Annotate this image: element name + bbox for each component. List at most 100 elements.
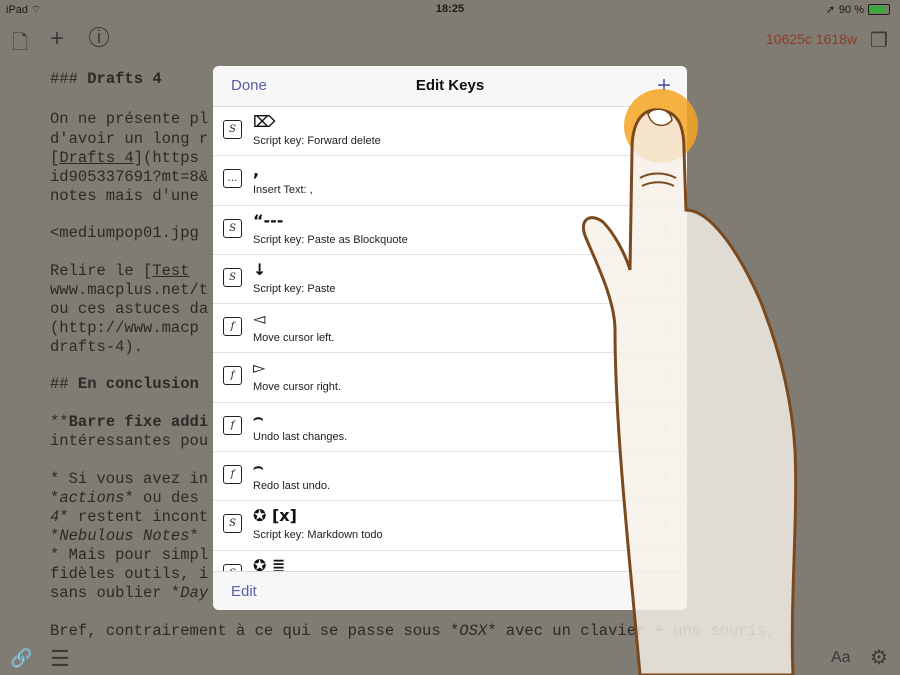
modal-title: Edit Keys [415,77,485,94]
key-row[interactable]: S ✪ [x] Script key: Markdown todo › [213,501,687,551]
document-text-run: notes mais d'une [50,187,199,205]
document-text-run: Drafts 4 [87,70,162,88]
key-row[interactable]: …, Insert Text: , › [213,156,687,206]
script-icon: S [223,218,242,238]
document-text-run: Relire le [ [50,262,153,280]
chevron-right-icon: › [663,417,669,435]
key-row[interactable]: S ↓ Script key: Paste › [213,255,687,305]
function-icon: f [223,415,242,435]
document-text-run: sans oublier * [50,584,181,602]
function-icon: f [223,366,242,386]
key-description: Move cursor right. [253,381,342,394]
document-text-run: Barre fixe addi [68,413,209,431]
add-key-button[interactable]: + [657,72,671,100]
document-text-run: En conclusion [77,375,199,393]
key-row[interactable]: f ⌢ Undo last changes. › [213,403,687,453]
list-icon[interactable]: ☰ [50,646,70,672]
document-line: *Nebulous Notes* [50,527,199,545]
key-row[interactable]: S✪ ≣Script key: Better Markdown List› [213,551,687,571]
key-label: “--- [253,210,284,230]
key-label: ✪ [x] [253,506,297,526]
key-label: ⌢ [253,457,264,477]
chevron-right-icon: › [663,122,669,139]
document-line: ### Drafts 4 [50,70,162,88]
link-icon[interactable]: 🔗 [10,648,32,669]
font-button[interactable]: Aa [831,649,851,667]
document-text-run: ** [50,413,69,431]
document-text-run: * [50,489,60,507]
key-description: Undo last changes. [253,430,348,443]
script-icon: S [223,120,242,139]
document-text-run: www.macplus.net/t [50,281,209,299]
status-bar: iPad ⌔ 18:25 ➚ 90 % [0,0,900,20]
document-line: <mediumpop01.jpg [50,224,199,242]
document-line: sans oublier *Day [50,584,208,602]
script-icon: S [223,514,242,534]
copy-icon[interactable]: ❐ [870,28,888,53]
key-description: Insert Text: , [253,184,313,197]
chevron-right-icon: › [663,220,669,238]
chevron-right-icon: › [663,319,669,337]
key-row[interactable]: f ⌢ Redo last undo. › [213,452,687,502]
key-label: ↓ [253,259,267,279]
document-text-run: * [189,527,199,545]
battery-percent: 90 % [838,3,864,16]
location-icon: ➚ [825,4,835,16]
key-description: Script key: Forward delete [253,135,381,147]
document-text-run: ## [50,375,78,393]
document-line: ## En conclusion [50,375,199,393]
edit-button[interactable]: Edit [231,583,257,600]
document-line: drafts-4). [50,338,143,356]
info-icon[interactable]: i [89,27,109,47]
document-text-run: Bref, contrairement à ce qui se passe so… [50,622,460,640]
document-text-run: * Si vous avez in [50,470,209,488]
document-text-run: * [50,527,60,545]
key-label: , [253,161,260,181]
edit-keys-modal: Done Edit Keys + S ⌦ Script key: Forward d… [213,66,687,610]
key-row[interactable]: S “--- Script key: Paste as Blockquote › [213,206,687,255]
new-draft-icon[interactable]: + [50,25,64,53]
chevron-right-icon: › [663,368,669,386]
clock: 18:25 [435,3,465,15]
document-text-run: Drafts 4 [59,149,134,167]
function-icon: f [223,317,242,337]
chevron-right-icon: › [663,467,669,485]
document-text-run: fidèles outils, i [50,565,209,583]
key-row[interactable]: f ◅ Move cursor left. › [213,304,687,354]
key-description: Script key: Paste as Blockquote [253,233,408,246]
document-icon[interactable]: 🗋 [12,28,28,62]
document-text-run: Nebulous Notes [59,527,190,545]
keys-list[interactable]: S ⌦ Script key: Forward delete › …, Insert Te… [213,107,687,571]
document-text-run: ### [50,70,88,88]
status-right: ➚ 90 % [826,3,890,16]
key-label: ⌦ [253,112,276,131]
function-icon: f [223,465,242,485]
key-label: ⌢ [253,407,264,427]
document-text-run: * avec un clavier + une souris, [487,622,776,640]
settings-gear-icon[interactable]: ⚙ [870,645,888,670]
document-text-run: drafts-4). [50,338,144,356]
character-word-counter[interactable]: 10625c 1618w [766,31,857,47]
document-text-run: actions [59,489,125,507]
document-text-run: 4 [50,508,60,526]
key-label: ✪ ≣ [253,555,286,571]
battery-icon [868,4,890,15]
modal-header: Done Edit Keys + [213,66,687,107]
key-description: Redo last undo. [253,480,331,493]
document-text-run: intéressantes pou [50,432,209,450]
modal-footer: Edit [213,571,687,610]
chevron-right-icon: › [663,516,669,534]
document-line: notes mais d'une [50,187,199,205]
document-text-run: * ou des [124,489,199,507]
battery-level [870,6,887,13]
key-description: Script key: Paste [253,282,336,295]
key-row[interactable]: f ▻ Move cursor right. › [213,353,687,403]
document-text-run: Day [180,584,209,602]
key-description: Script key: Markdown todo [253,529,383,542]
key-row[interactable]: S ⌦ Script key: Forward delete › [213,107,687,157]
document-text-run: Test [152,262,190,280]
text-icon: … [223,169,242,189]
key-description: Move cursor left. [253,332,335,345]
document-text-run: On ne présente pl [50,110,209,128]
document-line: Bref, contrairement à ce qui se passe so… [50,622,776,640]
